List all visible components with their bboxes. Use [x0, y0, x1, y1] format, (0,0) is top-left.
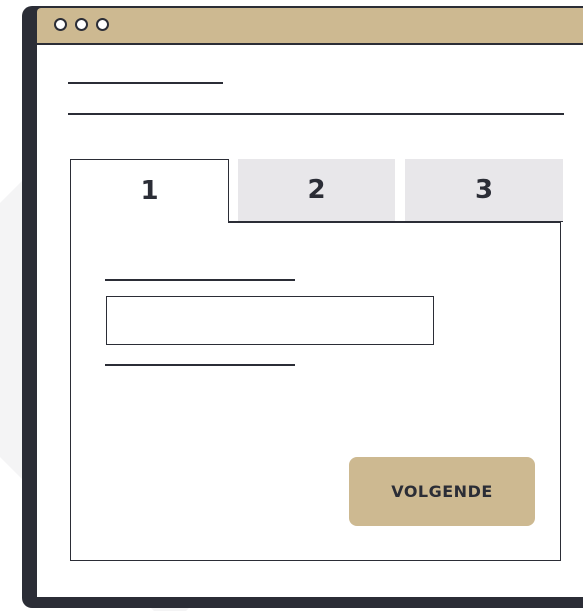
- window-dot-icon[interactable]: [54, 18, 67, 31]
- window-dot-icon[interactable]: [75, 18, 88, 31]
- next-button-label: VOLGENDE: [391, 482, 493, 501]
- form-text-input[interactable]: [106, 296, 434, 345]
- window-dot-icon[interactable]: [96, 18, 109, 31]
- tab-step-1[interactable]: 1: [70, 159, 229, 222]
- illustration-stage: 1 2 3 VOLGENDE: [0, 0, 583, 611]
- page-title-placeholder: [68, 82, 223, 84]
- header-divider: [68, 113, 564, 115]
- field-help-placeholder: [105, 364, 295, 366]
- tab-panel-border: [228, 221, 561, 223]
- tab-label: 1: [140, 176, 159, 206]
- tab-step-2[interactable]: 2: [238, 159, 395, 222]
- next-button[interactable]: VOLGENDE: [349, 457, 535, 526]
- tab-label: 3: [474, 175, 494, 205]
- field-label-placeholder: [105, 279, 295, 281]
- window-content: 1 2 3 VOLGENDE: [37, 45, 583, 597]
- window-titlebar: [37, 8, 583, 45]
- tab-label: 2: [307, 175, 326, 205]
- tab-step-3[interactable]: 3: [405, 159, 563, 222]
